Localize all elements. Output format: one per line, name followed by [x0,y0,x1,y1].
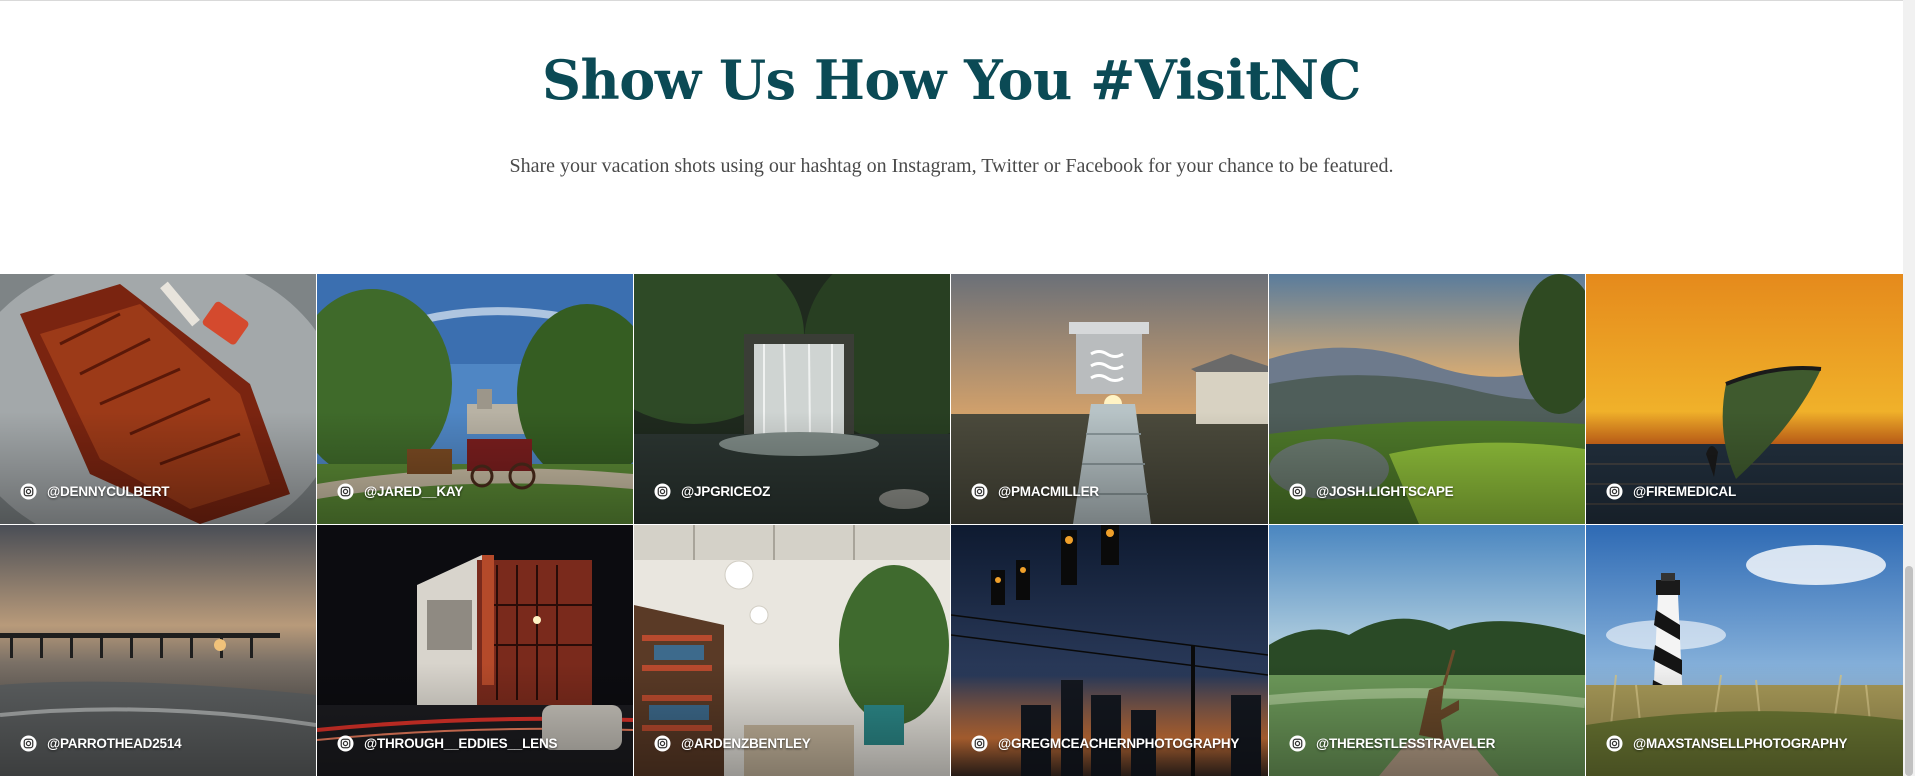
instagram-handle: @DENNYCULBERT [47,484,170,499]
social-photo-grid: @DENNYCULBERT @JARED__KAY @JPGRICEOZ @PM… [0,274,1903,776]
instagram-handle: @MAXSTANSELLPHOTOGRAPHY [1633,736,1848,751]
tile-caption: @MAXSTANSELLPHOTOGRAPHY [1606,735,1848,752]
gallery-tile-golf-statue[interactable]: @THERESTLESSTRAVELER [1269,525,1585,776]
instagram-handle: @JOSH.LIGHTSCAPE [1316,484,1454,499]
gallery-tile-waterfall[interactable]: @JPGRICEOZ [634,274,950,524]
gallery-tile-kitesurf[interactable]: @FIREMEDICAL [1586,274,1903,524]
instagram-handle: @JPGRICEOZ [681,484,771,499]
gallery-tile-theater[interactable]: @THROUGH__EDDIES__LENS [317,525,633,776]
instagram-icon [1289,483,1306,500]
gallery-tile-carriage[interactable]: @JARED__KAY [317,274,633,524]
instagram-handle: @THERESTLESSTRAVELER [1316,736,1496,751]
section-subtitle: Share your vacation shots using our hash… [509,155,1394,177]
instagram-handle: @THROUGH__EDDIES__LENS [364,736,558,751]
instagram-handle: @PARROTHEAD2514 [47,736,182,751]
tile-caption: @GREGMCEACHERNPHOTOGRAPHY [971,735,1239,752]
instagram-icon [1289,735,1306,752]
scrollbar-thumb[interactable] [1905,566,1913,776]
tile-caption: @DENNYCULBERT [20,483,170,500]
instagram-icon [20,735,37,752]
instagram-icon [971,483,988,500]
instagram-handle: @JARED__KAY [364,484,464,499]
tile-caption: @PMACMILLER [971,483,1099,500]
page-scrollbar[interactable] [1903,0,1915,776]
tile-caption: @JARED__KAY [337,483,463,500]
tile-caption: @FIREMEDICAL [1606,483,1736,500]
instagram-handle: @GREGMCEACHERNPHOTOGRAPHY [998,736,1240,751]
tile-caption: @THROUGH__EDDIES__LENS [337,735,558,752]
gallery-tile-pier[interactable]: @PARROTHEAD2514 [0,525,316,776]
tile-caption: @JOSH.LIGHTSCAPE [1289,483,1454,500]
gallery-tile-bookstore[interactable]: @ARDENZBENTLEY [634,525,950,776]
top-divider [0,0,1903,1]
instagram-icon [1606,483,1623,500]
gallery-tile-ribs[interactable]: @DENNYCULBERT [0,274,316,524]
instagram-icon [337,735,354,752]
tile-caption: @PARROTHEAD2514 [20,735,182,752]
gallery-tile-city-night[interactable]: @GREGMCEACHERNPHOTOGRAPHY [951,525,1268,776]
instagram-icon [337,483,354,500]
instagram-handle: @ARDENZBENTLEY [681,736,811,751]
instagram-icon [20,483,37,500]
gallery-tile-lighthouse[interactable]: @MAXSTANSELLPHOTOGRAPHY [1586,525,1903,776]
tile-caption: @JPGRICEOZ [654,483,770,500]
instagram-icon [1606,735,1623,752]
tile-caption: @ARDENZBENTLEY [654,735,811,752]
gallery-tile-lifeguard-stand[interactable]: @PMACMILLER [951,274,1268,524]
instagram-handle: @PMACMILLER [998,484,1099,499]
instagram-icon [654,735,671,752]
tile-caption: @THERESTLESSTRAVELER [1289,735,1495,752]
instagram-icon [971,735,988,752]
instagram-handle: @FIREMEDICAL [1633,484,1737,499]
section-title: Show Us How You #VisitNC [541,48,1362,112]
gallery-tile-mountain-sunset[interactable]: @JOSH.LIGHTSCAPE [1269,274,1585,524]
instagram-icon [654,483,671,500]
